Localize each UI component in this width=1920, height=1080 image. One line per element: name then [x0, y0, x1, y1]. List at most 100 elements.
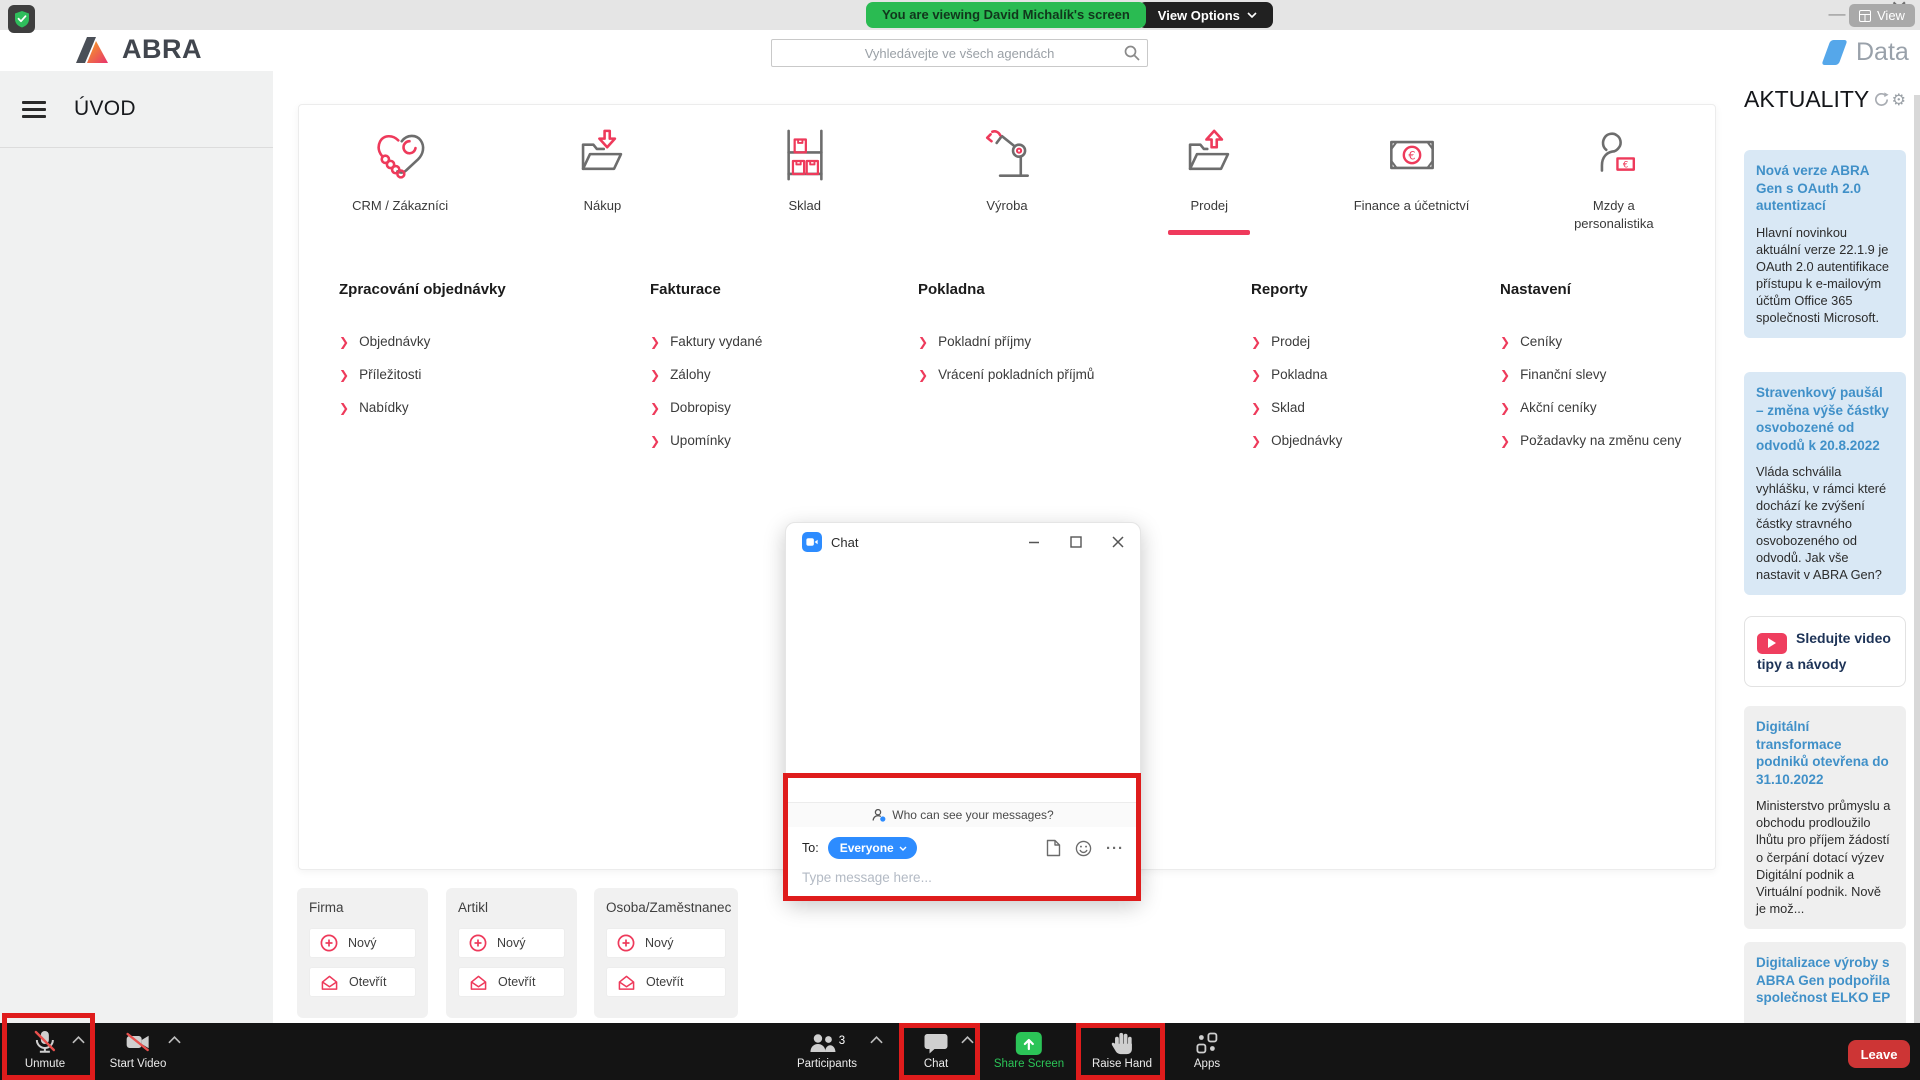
svg-text:€: €	[1623, 160, 1628, 170]
emoji-icon[interactable]	[1075, 840, 1092, 857]
chat-options-chevron[interactable]	[961, 1036, 974, 1044]
view-button[interactable]: View	[1849, 4, 1915, 27]
menu-link-dobropisy[interactable]: ❯Dobropisy	[650, 394, 762, 421]
menu-link-label: Sklad	[1271, 400, 1305, 415]
minimize-window-icon[interactable]: —	[1824, 1, 1850, 27]
menu-link-label: Zálohy	[670, 367, 711, 382]
menu-link-label: Faktury vydané	[670, 334, 762, 349]
menu-link-objednavky[interactable]: ❯Objednávky	[339, 328, 506, 355]
menu-link-nabidky[interactable]: ❯Nabídky	[339, 394, 506, 421]
handshake-heart-icon	[364, 119, 436, 191]
quick-card-title: Firma	[309, 900, 416, 915]
nav-item-crm[interactable]: CRM / Zákazníci	[299, 119, 501, 235]
toolbar-label: Raise Hand	[1092, 1058, 1152, 1070]
nav-item-mzdy[interactable]: € Mzdy a personalistika	[1513, 119, 1715, 235]
nav-item-prodej[interactable]: Prodej	[1108, 119, 1310, 235]
video-off-icon	[125, 1027, 151, 1055]
search-icon[interactable]	[1124, 45, 1140, 61]
menu-link-report-prodej[interactable]: ❯Prodej	[1251, 328, 1342, 355]
search-input[interactable]	[771, 39, 1148, 67]
menu-link-report-objednavky[interactable]: ❯Objednávky	[1251, 427, 1342, 454]
news-item[interactable]: Digitalizace výroby s ABRA Gen podpořila…	[1744, 942, 1906, 1028]
new-osoba-button[interactable]: Nový	[606, 928, 726, 958]
menu-link-label: Vrácení pokladních příjmů	[938, 367, 1094, 382]
chevron-right-icon: ❯	[339, 401, 349, 415]
more-options-icon[interactable]: ···	[1106, 840, 1124, 857]
raise-hand-button[interactable]: Raise Hand	[1092, 1023, 1152, 1070]
file-attach-icon[interactable]	[1046, 839, 1061, 857]
chat-titlebar[interactable]: Chat	[786, 523, 1140, 561]
menu-link-financni-slevy[interactable]: ❯Finanční slevy	[1500, 361, 1681, 388]
video-tips-card[interactable]: Sledujte video tipy a návody	[1744, 616, 1906, 687]
recipient-selector[interactable]: Everyone	[828, 837, 917, 859]
module-nav: CRM / Zákazníci Nákup	[299, 119, 1715, 235]
nav-item-nakup[interactable]: Nákup	[501, 119, 703, 235]
menu-link-zalohy[interactable]: ❯Zálohy	[650, 361, 762, 388]
person-icon	[872, 809, 886, 822]
participants-button[interactable]: 3 Participants	[797, 1023, 857, 1070]
chat-compose-area: To: Everyone ···	[786, 827, 1140, 899]
open-artikl-button[interactable]: Otevřít	[458, 967, 565, 997]
toolbar-label: Chat	[924, 1058, 948, 1070]
active-tab-underline	[1168, 230, 1250, 235]
refresh-icon[interactable]	[1873, 91, 1890, 108]
gear-icon[interactable]: ⚙	[1892, 90, 1906, 110]
app-header: ABRA Data	[0, 30, 1920, 71]
chat-privacy-notice[interactable]: Who can see your messages?	[786, 802, 1140, 827]
leave-button[interactable]: Leave	[1848, 1040, 1910, 1068]
section-title: Zpracování objednávky	[339, 281, 506, 298]
menu-link-report-sklad[interactable]: ❯Sklad	[1251, 394, 1342, 421]
folder-upload-icon	[1173, 119, 1245, 191]
unmute-options-chevron[interactable]	[72, 1036, 85, 1044]
meeting-security-badge[interactable]	[8, 5, 35, 33]
start-video-button[interactable]: Start Video	[110, 1023, 167, 1070]
section-pokladna: Pokladna ❯Pokladní příjmy ❯Vrácení pokla…	[918, 281, 1094, 394]
nav-item-sklad[interactable]: Sklad	[704, 119, 906, 235]
page-scrollbar[interactable]	[1914, 95, 1920, 1023]
video-options-chevron[interactable]	[168, 1036, 181, 1044]
share-screen-button[interactable]: Share Screen	[994, 1023, 1064, 1070]
maximize-chat-icon[interactable]	[1070, 536, 1082, 548]
menu-link-prilezitosti[interactable]: ❯Příležitosti	[339, 361, 506, 388]
news-item[interactable]: Digitální transformace podniků otevřena …	[1744, 706, 1906, 929]
screen: — ✕ View You are viewing David Michalík'…	[0, 0, 1920, 1080]
open-envelope-icon	[320, 974, 339, 991]
chat-button[interactable]: Chat	[924, 1023, 949, 1070]
robot-arm-icon	[971, 119, 1043, 191]
menu-link-ceniky[interactable]: ❯Ceníky	[1500, 328, 1681, 355]
news-item[interactable]: Stravenkový paušál – změna výše částky o…	[1744, 372, 1906, 595]
view-options-button[interactable]: View Options	[1138, 2, 1273, 28]
menu-link-report-pokladna[interactable]: ❯Pokladna	[1251, 361, 1342, 388]
nav-item-finance[interactable]: € Finance a účetnictví	[1310, 119, 1512, 235]
apps-button[interactable]: Apps	[1194, 1023, 1220, 1070]
chevron-down-icon	[1247, 12, 1257, 18]
news-item[interactable]: Nová verze ABRA Gen s OAuth 2.0 autentiz…	[1744, 150, 1906, 338]
new-firma-button[interactable]: Nový	[309, 928, 416, 958]
minimize-chat-icon[interactable]	[1028, 536, 1040, 548]
raise-hand-icon	[1109, 1027, 1135, 1055]
chevron-right-icon: ❯	[650, 335, 660, 349]
participants-options-chevron[interactable]	[870, 1036, 883, 1044]
hamburger-menu-icon[interactable]	[22, 101, 46, 118]
menu-link-pokladni-prijmy[interactable]: ❯Pokladní příjmy	[918, 328, 1094, 355]
menu-link-label: Finanční slevy	[1520, 367, 1606, 382]
play-icon	[1757, 633, 1787, 654]
zoom-chat-window: Chat Who can see your messages? To: Ever…	[785, 522, 1141, 900]
chevron-right-icon: ❯	[1251, 434, 1261, 448]
close-chat-icon[interactable]	[1112, 536, 1124, 548]
unmute-button[interactable]: Unmute	[25, 1023, 65, 1070]
nav-item-vyroba[interactable]: Výroba	[906, 119, 1108, 235]
menu-link-vraceni-pokladnich-prijmu[interactable]: ❯Vrácení pokladních příjmů	[918, 361, 1094, 388]
menu-link-upominky[interactable]: ❯Upomínky	[650, 427, 762, 454]
new-artikl-button[interactable]: Nový	[458, 928, 565, 958]
open-firma-button[interactable]: Otevřít	[309, 967, 416, 997]
chevron-right-icon: ❯	[1500, 401, 1510, 415]
plus-circle-icon	[617, 934, 635, 952]
menu-link-akcni-ceniky[interactable]: ❯Akční ceníky	[1500, 394, 1681, 421]
chat-message-input[interactable]	[802, 870, 1124, 885]
open-osoba-button[interactable]: Otevřít	[606, 967, 726, 997]
quick-card-artikl: Artikl Nový Otevřít	[446, 888, 577, 1018]
menu-link-pozadavky-na-zmenu-ceny[interactable]: ❯Požadavky na změnu ceny	[1500, 427, 1681, 454]
menu-link-faktury-vydane[interactable]: ❯ Faktury vydané	[650, 328, 762, 355]
news-header: AKTUALITY ⚙	[1744, 86, 1906, 113]
